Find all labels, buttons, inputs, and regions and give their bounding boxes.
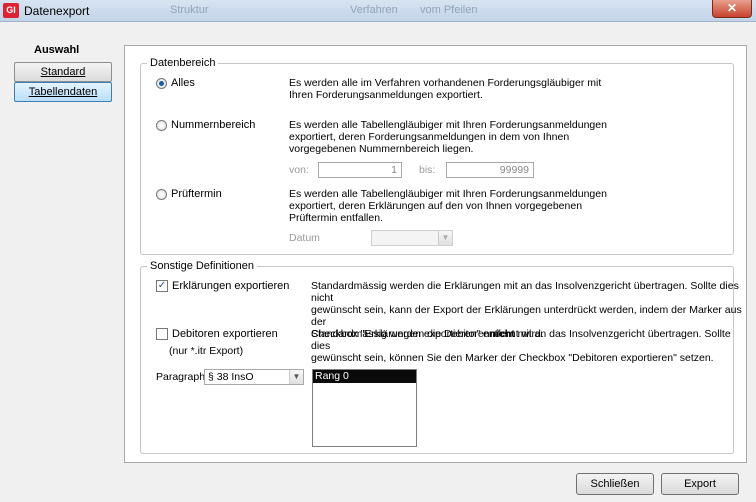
- chevron-down-icon[interactable]: ▼: [438, 231, 452, 245]
- datenbereich-legend: Datenbereich: [150, 57, 216, 69]
- radio-alles-label[interactable]: Alles: [171, 77, 195, 89]
- sidebar-title: Auswahl: [34, 44, 80, 56]
- desc-line: Ihren Forderungsanmeldungen exportiert.: [289, 89, 483, 101]
- desc-line: vorgegebenen Nummernbereich liegen.: [289, 143, 474, 155]
- erklaerungen-label[interactable]: Erklärungen exportieren: [172, 280, 289, 292]
- desc-line: Prüftermin entfallen.: [289, 212, 383, 224]
- rang-listbox[interactable]: Rang 0: [312, 369, 417, 447]
- tabellendaten-button[interactable]: Tabellendaten: [14, 82, 112, 102]
- radio-alles-indicator[interactable]: [156, 77, 167, 89]
- debitoren-checkbox[interactable]: Debitoren exportieren: [156, 328, 278, 340]
- desc-emphasis: nicht: [489, 328, 515, 340]
- paragraph-label: Paragraph: [156, 371, 206, 383]
- desc-line: Es werden alle Tabellengläubiger mit Ihr…: [289, 188, 607, 200]
- paragraph-value[interactable]: § 38 InsO: [208, 371, 254, 383]
- nummernbereich-description: Es werden alle Tabellengläubiger mit Ihr…: [289, 119, 607, 155]
- debitoren-check-indicator[interactable]: [156, 328, 168, 340]
- background-title-text: Struktur: [170, 4, 209, 16]
- export-button[interactable]: Export: [661, 473, 739, 495]
- background-title-text: vom Pfeilen: [420, 4, 478, 16]
- radio-prueftermin-label[interactable]: Prüftermin: [171, 188, 222, 200]
- standard-button[interactable]: Standard: [14, 62, 112, 82]
- sonstige-legend: Sonstige Definitionen: [150, 260, 254, 272]
- datum-label: Datum: [289, 232, 320, 244]
- alles-description: Es werden alle im Verfahren vorhandenen …: [289, 77, 601, 101]
- debitoren-label[interactable]: Debitoren exportieren: [172, 328, 278, 340]
- list-item[interactable]: Rang 0: [313, 370, 416, 383]
- radio-nummernbereich-indicator[interactable]: [156, 119, 167, 131]
- desc-line: exportiert, deren Forderungsanmeldungen …: [289, 131, 570, 143]
- erklaerungen-checkbox[interactable]: ✓ Erklärungen exportieren: [156, 280, 289, 292]
- radio-prueftermin[interactable]: Prüftermin: [156, 188, 222, 200]
- desc-line: gewünscht sein, kann der Export der Erkl…: [311, 304, 742, 328]
- paragraph-dropdown[interactable]: § 38 InsO ▼: [204, 369, 304, 385]
- datum-dropdown[interactable]: ▼: [371, 230, 453, 246]
- desc-text: Standardmässig werden die Debitoren: [311, 328, 490, 340]
- debitoren-sublabel: (nur *.itr Export): [169, 345, 244, 357]
- radio-nummernbereich-label[interactable]: Nummernbereich: [171, 119, 255, 131]
- prueftermin-description: Es werden alle Tabellengläubiger mit Ihr…: [289, 188, 607, 224]
- erklaerungen-check-indicator[interactable]: ✓: [156, 280, 168, 292]
- window-title: Datenexport: [24, 4, 90, 18]
- debitoren-description: Standardmässig werden die Debitorennicht…: [311, 328, 746, 364]
- desc-line: Es werden alle im Verfahren vorhandenen …: [289, 77, 602, 89]
- radio-alles[interactable]: Alles: [156, 77, 195, 89]
- desc-line: Standardmässig werden die Debitorennicht…: [311, 328, 746, 352]
- radio-prueftermin-indicator[interactable]: [156, 188, 167, 200]
- background-title-text: Verfahren: [350, 4, 398, 16]
- app-logo-icon: GI: [3, 3, 19, 18]
- desc-line: gewünscht sein, können Sie den Marker de…: [311, 352, 714, 364]
- chevron-down-icon[interactable]: ▼: [289, 370, 303, 384]
- bis-label: bis:: [419, 164, 436, 176]
- title-bar[interactable]: GI Datenexport Struktur Verfahren vom Pf…: [0, 0, 756, 22]
- desc-line: exportiert, deren Erklärungen auf den vo…: [289, 200, 583, 212]
- desc-line: Es werden alle Tabellengläubiger mit Ihr…: [289, 119, 607, 131]
- close-window-button[interactable]: ✕: [712, 0, 752, 18]
- bis-input[interactable]: 99999: [446, 162, 534, 178]
- von-label: von:: [289, 164, 309, 176]
- von-input[interactable]: 1: [318, 162, 402, 178]
- desc-line: Standardmässig werden die Erklärungen mi…: [311, 280, 739, 304]
- schliessen-button[interactable]: Schließen: [576, 473, 654, 495]
- datenexport-window: GI Datenexport Struktur Verfahren vom Pf…: [0, 0, 756, 502]
- radio-nummernbereich[interactable]: Nummernbereich: [156, 119, 255, 131]
- main-panel: Datenbereich Alles Es werden alle im Ver…: [124, 45, 747, 463]
